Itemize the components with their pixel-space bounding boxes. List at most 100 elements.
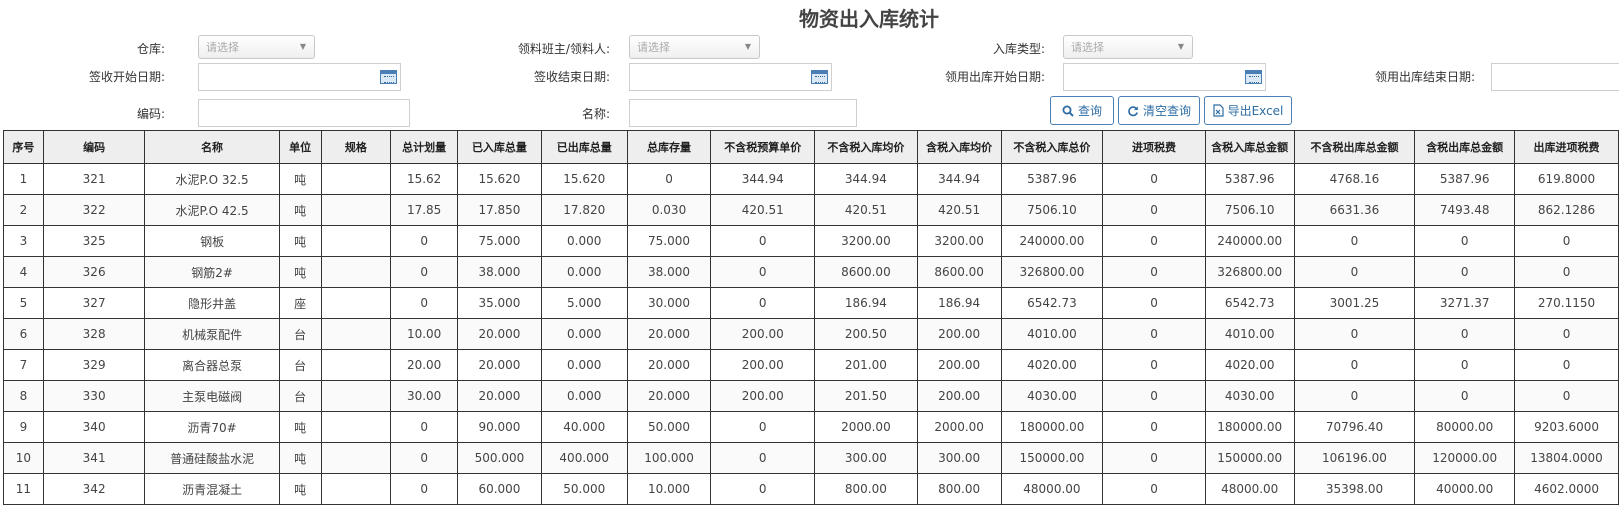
table-cell: 7506.10 (1204, 194, 1295, 226)
instock-type-select[interactable]: 请选择 ▼ (1063, 35, 1193, 59)
table-cell: 6 (3, 318, 44, 350)
table-cell: 5387.96 (1414, 163, 1516, 195)
table-cell: 0.000 (540, 225, 628, 257)
table-cell: 6542.73 (1204, 287, 1295, 319)
table-cell: 340 (42, 411, 146, 443)
table-cell: 17.850 (457, 194, 542, 226)
out-start-date-input[interactable] (1063, 63, 1266, 91)
table-cell: 500.000 (457, 442, 542, 474)
table-cell: 0 (1102, 256, 1206, 288)
table-cell: 17.85 (390, 194, 459, 226)
table-cell: 0 (1414, 380, 1516, 412)
name-label: 名称: (581, 107, 610, 121)
sign-start-date-input[interactable] (198, 63, 401, 91)
table-cell: 0 (710, 442, 816, 474)
table-cell: 3200.00 (916, 225, 1002, 257)
query-button[interactable]: 查询 (1050, 96, 1114, 125)
column-header: 序号 (3, 130, 44, 164)
column-header: 不含税入库总价 (1000, 130, 1104, 164)
calendar-icon[interactable] (380, 70, 397, 84)
table-row[interactable]: 6 328 机械泵配件台 10.00 20.000 0.000 20.000 200.00 20… (3, 318, 1619, 350)
table-cell: 0 (1514, 380, 1619, 412)
table-cell: 3200.00 (814, 225, 918, 257)
table-cell: 吨 (278, 225, 322, 257)
table-cell: 吨 (278, 194, 322, 226)
table-cell: 0 (1293, 256, 1416, 288)
table-row[interactable]: 3 325 钢板吨 0 75.000 0.000 75.000 0 3200.00 3200.00… (3, 225, 1619, 257)
table-cell: 180000.00 (1000, 411, 1104, 443)
table-cell: 20.000 (457, 349, 542, 381)
table-cell: 0 (390, 411, 459, 443)
table-cell: 2000.00 (814, 411, 918, 443)
table-cell: 35398.00 (1293, 473, 1416, 505)
table-cell: 0 (1414, 349, 1516, 381)
table-cell (320, 411, 392, 443)
table-cell (320, 380, 392, 412)
code-input[interactable] (198, 99, 410, 127)
table-cell: 5 (3, 287, 44, 319)
table-cell: 3271.37 (1414, 287, 1516, 319)
table-cell: 0 (1514, 225, 1619, 257)
table-cell: 4020.00 (1204, 349, 1295, 381)
table-cell: 20.00 (390, 349, 459, 381)
table-cell: 0 (1414, 225, 1516, 257)
table-cell: 20.000 (457, 380, 542, 412)
table-cell: 9203.6000 (1514, 411, 1619, 443)
table-row[interactable]: 4 326 钢筋2# 吨 0 38.000 0.000 38.000 0 8600.00 8600.… (3, 256, 1619, 288)
table-cell: 300.00 (916, 442, 1002, 474)
table-row[interactable]: 7 329 离合器总泵台 20.00 20.000 0.000 20.000 200.00 20… (3, 349, 1619, 381)
table-cell: 普通硅酸盐水泥 (144, 442, 280, 474)
table-row[interactable]: 9 340 沥青70# 吨 0 90.000 40.000 50.000 0 2000.00 200… (3, 411, 1619, 443)
table-cell: 隐形井盖 (144, 287, 280, 319)
table-row[interactable]: 8 330 主泵电磁阀台 30.00 20.000 0.000 20.000 200.00 20… (3, 380, 1619, 412)
table-row[interactable]: 2 322 水泥P.O 42.5 吨 17.85 17.850 17.820 0.030 420… (3, 194, 1619, 226)
calendar-icon[interactable] (811, 70, 828, 84)
table-cell: 0 (1102, 380, 1206, 412)
table-row[interactable]: 10 341 普通硅酸盐水泥吨 0 500.000 400.000 100.000 0 300.… (3, 442, 1619, 474)
table-cell: 5387.96 (1204, 163, 1295, 195)
table-cell: 20.000 (626, 349, 712, 381)
table-header-row: 序号 编码 名称 单位 规格 总计划量 已入库总量 已出库总量 总库存量 不含税… (3, 130, 1619, 164)
table-cell: 200.00 (710, 349, 816, 381)
picker-select[interactable]: 请选择 ▼ (629, 35, 760, 59)
query-button-label: 查询 (1077, 104, 1102, 118)
table-row[interactable]: 1 321 水泥P.O 32.5 吨 15.62 15.620 15.620 0 344.94 3… (3, 163, 1619, 195)
table-cell: 400.000 (540, 442, 628, 474)
table-cell: 186.94 (814, 287, 918, 319)
table-cell: 0 (1102, 225, 1206, 257)
table-cell: 150000.00 (1204, 442, 1295, 474)
sign-end-date-input[interactable] (629, 63, 832, 91)
table-row[interactable]: 11 342 沥青混凝土吨 0 60.000 50.000 10.000 0 800.00 800… (3, 473, 1619, 505)
table-cell: 0 (710, 473, 816, 505)
table-cell: 离合器总泵 (144, 349, 280, 381)
calendar-icon[interactable] (1245, 70, 1262, 84)
table-cell: 270.1150 (1514, 287, 1619, 319)
code-label: 编码: (136, 107, 165, 121)
table-cell: 8 (3, 380, 44, 412)
table-row[interactable]: 5 327 隐形井盖座 0 35.000 5.000 30.000 0 186.94 186.94… (3, 287, 1619, 319)
table-cell: 38.000 (626, 256, 712, 288)
export-excel-button[interactable]: 导出Excel (1204, 96, 1292, 125)
table-cell: 钢板 (144, 225, 280, 257)
table-cell: 200.00 (916, 349, 1002, 381)
warehouse-select[interactable]: 请选择 ▼ (198, 35, 315, 59)
table-cell: 200.50 (814, 318, 918, 350)
table-cell: 座 (278, 287, 322, 319)
out-end-date-input[interactable] (1491, 63, 1619, 91)
table-cell: 台 (278, 318, 322, 350)
out-start-date-label: 领用出库开始日期: (944, 70, 1045, 84)
table-cell: 水泥P.O 32.5 (144, 163, 280, 195)
table-cell: 0 (390, 287, 459, 319)
file-excel-icon (1212, 104, 1224, 117)
table-cell: 4602.0000 (1514, 473, 1619, 505)
table-cell: 0 (1293, 225, 1416, 257)
table-cell: 20.000 (626, 380, 712, 412)
name-input[interactable] (629, 99, 857, 127)
sign-end-date-label: 签收结束日期: (533, 70, 610, 84)
table-cell: 10.000 (626, 473, 712, 505)
table-cell: 200.00 (710, 380, 816, 412)
table-cell: 0 (1414, 256, 1516, 288)
picker-select-value: 请选择 (637, 41, 670, 54)
clear-query-button[interactable]: 清空查询 (1118, 96, 1200, 125)
table-cell: 17.820 (540, 194, 628, 226)
